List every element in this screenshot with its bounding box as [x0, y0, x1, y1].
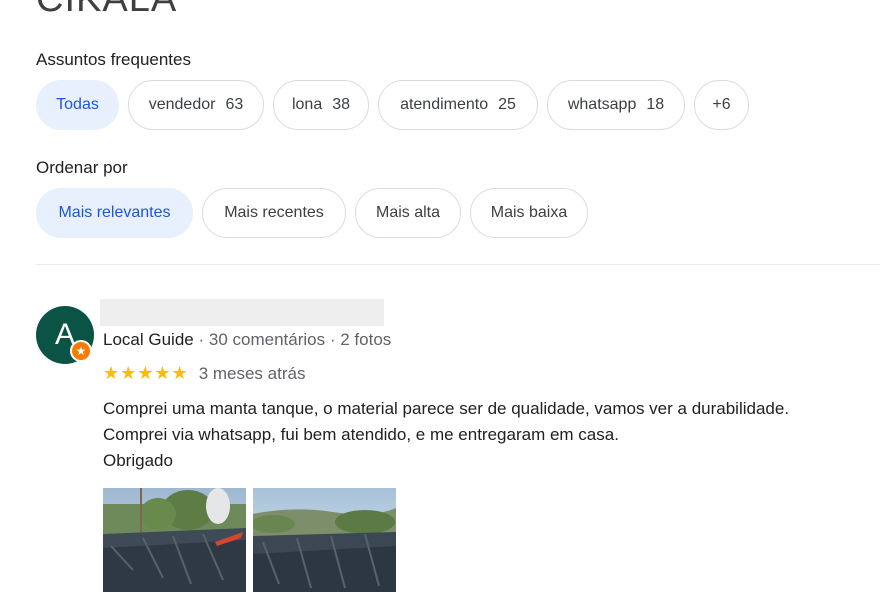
topic-chip-label: whatsapp: [567, 96, 637, 113]
review-line: Comprei via whatsapp, fui bem atendido, …: [103, 425, 619, 444]
review-line: Obrigado: [103, 451, 173, 470]
topic-chip-whatsapp[interactable]: whatsapp 18: [547, 80, 685, 130]
topic-chip-label: lona: [291, 96, 323, 113]
reviewer-photo-count: 2 fotos: [340, 330, 392, 349]
local-guide-star-icon: ★: [70, 340, 92, 362]
sort-chip-newest[interactable]: Mais recentes: [202, 188, 346, 238]
business-title: CIKALA: [36, 0, 177, 21]
sort-chip-label: Mais recentes: [224, 204, 324, 221]
pond-photo-icon: [253, 488, 396, 592]
reviewer-meta: Local Guide · 30 comentários · 2 fotos: [103, 330, 391, 350]
review-photo-2[interactable]: [253, 488, 396, 592]
sort-chips: Mais relevantes Mais recentes Mais alta …: [36, 188, 588, 238]
sort-chip-most-relevant[interactable]: Mais relevantes: [36, 188, 193, 238]
topic-chip-lona[interactable]: lona 38: [273, 80, 369, 130]
review-line: Comprei uma manta tanque, o material par…: [103, 399, 790, 418]
topic-chip-label: vendedor: [148, 96, 216, 113]
sort-chip-highest[interactable]: Mais alta: [355, 188, 461, 238]
review-text: Comprei uma manta tanque, o material par…: [103, 396, 789, 474]
topic-chip-count: 18: [646, 96, 665, 113]
divider: [36, 264, 880, 265]
more-topics-button[interactable]: +6: [694, 80, 749, 130]
local-guide-label: Local Guide: [103, 330, 194, 349]
reviewer-name-redacted: [100, 299, 384, 326]
topics-label: Assuntos frequentes: [36, 50, 191, 69]
review-date: 3 meses atrás: [198, 363, 306, 383]
topic-chip-count: 63: [225, 96, 244, 113]
star-rating-icon: ★★★★★: [103, 363, 189, 383]
pond-photo-icon: [103, 488, 246, 592]
rating-row: ★★★★★ 3 meses atrás: [103, 363, 305, 384]
review-photo-1[interactable]: [103, 488, 246, 592]
sort-chip-lowest[interactable]: Mais baixa: [470, 188, 588, 238]
topic-chip-label: +6: [712, 96, 731, 113]
topic-chip-label: Todas: [56, 96, 99, 113]
topic-chip-todas[interactable]: Todas: [36, 80, 119, 130]
sort-label: Ordenar por: [36, 158, 128, 177]
topic-chips: Todas vendedor 63 lona 38 atendimento 25…: [36, 80, 749, 130]
sort-chip-label: Mais relevantes: [58, 204, 171, 221]
sort-chip-label: Mais alta: [375, 204, 441, 221]
meta-separator: ·: [329, 330, 336, 349]
reviewer-comment-count: 30 comentários: [208, 330, 326, 349]
topic-chip-atendimento[interactable]: atendimento 25: [378, 80, 538, 130]
sort-chip-label: Mais baixa: [490, 204, 568, 221]
topic-chip-vendedor[interactable]: vendedor 63: [128, 80, 264, 130]
topic-chip-count: 38: [332, 96, 351, 113]
meta-separator: ·: [198, 330, 205, 349]
topic-chip-label: atendimento: [400, 96, 489, 113]
topic-chip-count: 25: [498, 96, 516, 113]
